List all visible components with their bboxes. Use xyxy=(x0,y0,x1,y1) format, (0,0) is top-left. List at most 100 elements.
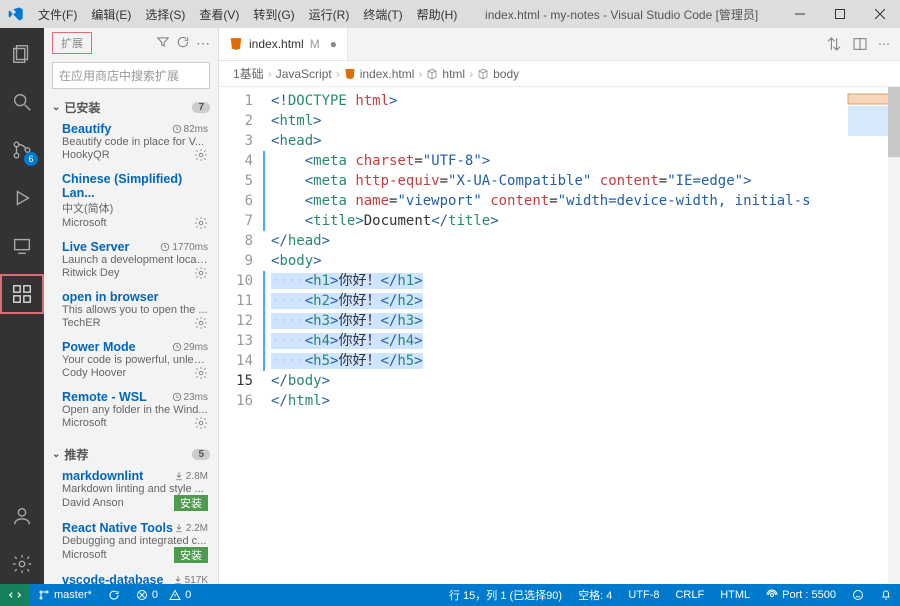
extension-desc: Beautify code in place for V... xyxy=(62,136,208,148)
search-icon[interactable] xyxy=(0,82,44,122)
tab-index-html[interactable]: index.html M ● xyxy=(219,28,348,60)
menu-item[interactable]: 编辑(E) xyxy=(85,4,137,25)
editor-body[interactable]: 12345678910111213141516 <!DOCTYPE html><… xyxy=(219,87,900,584)
activity-bar: 6 xyxy=(0,28,44,584)
notifications-icon[interactable] xyxy=(872,587,900,603)
split-editor-icon[interactable] xyxy=(852,36,868,52)
sync-status[interactable] xyxy=(100,589,128,601)
extension-meta: 2.2M xyxy=(174,523,208,534)
debug-icon[interactable] xyxy=(0,178,44,218)
breadcrumb-item[interactable]: html xyxy=(442,67,465,81)
scrollbar-thumb[interactable] xyxy=(888,87,900,157)
remote-icon[interactable] xyxy=(0,226,44,266)
extension-item[interactable]: React Native Tools2.2MDebugging and inte… xyxy=(44,517,218,569)
vertical-scrollbar[interactable] xyxy=(888,87,900,584)
extensions-icon[interactable] xyxy=(0,274,44,314)
breadcrumb-item[interactable]: index.html xyxy=(360,67,415,81)
extension-publisher: Microsoft xyxy=(62,217,107,229)
breadcrumb-item[interactable]: 1基础 xyxy=(233,65,264,82)
gear-icon[interactable] xyxy=(194,216,208,230)
refresh-icon[interactable] xyxy=(176,35,190,52)
extension-item[interactable]: Live Server 1770msLaunch a development lo… xyxy=(44,236,218,286)
line-gutter: 12345678910111213141516 xyxy=(219,87,263,584)
extension-name: Beautify xyxy=(62,122,111,136)
menu-item[interactable]: 选择(S) xyxy=(139,4,191,25)
extension-item[interactable]: vscode-database517K xyxy=(44,569,218,584)
gear-icon[interactable] xyxy=(194,316,208,330)
extension-name: Remote - WSL xyxy=(62,390,147,404)
more-icon[interactable]: ⋯ xyxy=(878,37,890,51)
cursor-position[interactable]: 行 15，列 1 (已选择90) xyxy=(441,587,570,603)
chevron-down-icon: ⌄ xyxy=(52,449,60,460)
extension-item[interactable]: Power Mode29msYour code is powerful, unl… xyxy=(44,336,218,386)
extension-item[interactable]: Remote - WSL23msOpen any folder in the W… xyxy=(44,386,218,436)
code-area[interactable]: <!DOCTYPE html><html><head> <meta charse… xyxy=(263,87,900,584)
html-file-icon xyxy=(344,68,356,80)
extension-name: React Native Tools xyxy=(62,521,173,535)
extension-desc: Launch a development local... xyxy=(62,254,208,266)
breadcrumb[interactable]: 1基础›JavaScript›index.html›html›body xyxy=(219,61,900,87)
account-icon[interactable] xyxy=(0,496,44,536)
recommended-count: 5 xyxy=(192,449,210,460)
filter-icon[interactable] xyxy=(156,35,170,52)
menu-item[interactable]: 终端(T) xyxy=(357,4,408,25)
section-installed[interactable]: ⌄ 已安装 7 xyxy=(44,97,218,118)
gear-icon[interactable] xyxy=(194,148,208,162)
menu-item[interactable]: 帮助(H) xyxy=(411,4,464,25)
gear-icon[interactable] xyxy=(194,366,208,380)
extension-search-input[interactable]: 在应用商店中搜索扩展 xyxy=(52,62,210,89)
vscode-logo-icon xyxy=(8,6,24,22)
maximize-button[interactable] xyxy=(820,0,860,28)
menu-bar: 文件(F)编辑(E)选择(S)查看(V)转到(G)运行(R)终端(T)帮助(H) xyxy=(32,4,463,25)
extension-desc: Your code is powerful, unlea... xyxy=(62,354,208,366)
extension-publisher: David Anson xyxy=(62,497,124,509)
language-status[interactable]: HTML xyxy=(712,587,758,603)
source-control-icon[interactable]: 6 xyxy=(0,130,44,170)
compare-icon[interactable] xyxy=(826,36,842,52)
extension-item[interactable]: Chinese (Simplified) Lan...中文(简体)Microso… xyxy=(44,168,218,236)
breadcrumb-item[interactable]: JavaScript xyxy=(276,67,332,81)
tab-close-icon[interactable]: ● xyxy=(330,37,337,51)
extension-desc: Markdown linting and style ... xyxy=(62,483,208,495)
section-recommended[interactable]: ⌄ 推荐 5 xyxy=(44,444,218,465)
tab-modified: M xyxy=(310,37,320,51)
extension-publisher: TechER xyxy=(62,317,101,329)
liveserver-status[interactable]: Port : 5500 xyxy=(758,587,844,603)
menu-item[interactable]: 查看(V) xyxy=(193,4,245,25)
install-button[interactable]: 安装 xyxy=(174,495,208,511)
extension-item[interactable]: markdownlint2.8MMarkdown linting and sty… xyxy=(44,465,218,517)
extension-item[interactable]: open in browserThis allows you to open t… xyxy=(44,286,218,336)
problems-status[interactable]: 0 0 xyxy=(128,589,199,601)
explorer-icon[interactable] xyxy=(0,34,44,74)
extension-meta: 29ms xyxy=(172,342,208,353)
menu-item[interactable]: 转到(G) xyxy=(247,4,300,25)
html-file-icon xyxy=(229,37,243,51)
source-control-badge: 6 xyxy=(24,152,38,166)
extension-name: Live Server xyxy=(62,240,129,254)
window-title: index.html - my-notes - Visual Studio Co… xyxy=(463,6,780,23)
extension-item[interactable]: Beautify82msBeautify code in place for V… xyxy=(44,118,218,168)
install-button[interactable]: 安装 xyxy=(174,547,208,563)
branch-status[interactable]: master* xyxy=(30,589,100,601)
settings-gear-icon[interactable] xyxy=(0,544,44,584)
indent-status[interactable]: 空格: 4 xyxy=(570,587,620,603)
close-button[interactable] xyxy=(860,0,900,28)
breadcrumb-item[interactable]: body xyxy=(493,67,519,81)
minimize-button[interactable] xyxy=(780,0,820,28)
menu-item[interactable]: 运行(R) xyxy=(303,4,356,25)
remote-status[interactable] xyxy=(0,584,30,606)
feedback-icon[interactable] xyxy=(844,587,872,603)
section-installed-label: 已安装 xyxy=(64,99,100,116)
gear-icon[interactable] xyxy=(194,266,208,280)
extension-meta: 2.8M xyxy=(174,471,208,482)
extension-publisher: Ritwick Dey xyxy=(62,267,119,279)
menu-item[interactable]: 文件(F) xyxy=(32,4,83,25)
extension-meta: 1770ms xyxy=(160,242,208,253)
eol-status[interactable]: CRLF xyxy=(667,587,712,603)
element-icon xyxy=(477,68,489,80)
encoding-status[interactable]: UTF-8 xyxy=(620,587,667,603)
gear-icon[interactable] xyxy=(194,416,208,430)
clear-icon[interactable]: ⋯ xyxy=(196,35,210,52)
extension-meta: 517K xyxy=(173,575,208,585)
tab-label: index.html xyxy=(249,37,304,51)
